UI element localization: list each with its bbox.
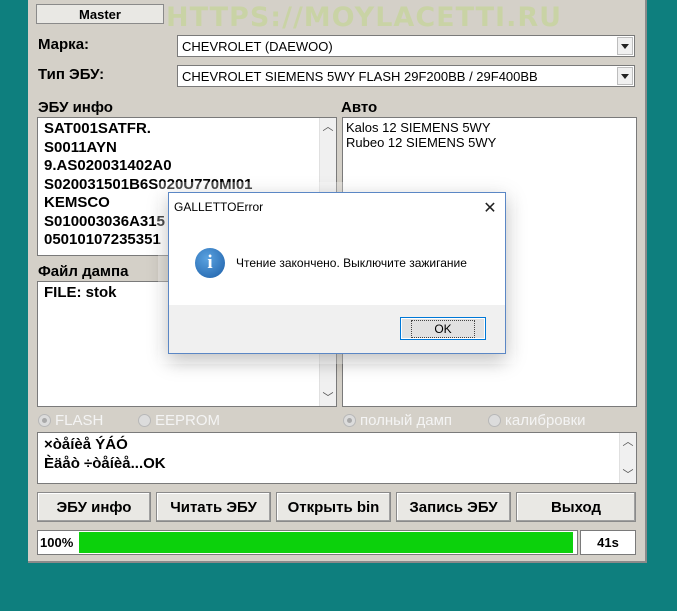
progress-bar: 100% (37, 530, 578, 555)
auto-list-item[interactable]: Kalos 12 SIEMENS 5WY (346, 120, 496, 135)
log-box[interactable]: ×òåíèå ÝÁÓ Èäåò ÷òåíèå...OK ︿ ﹀ (37, 432, 637, 484)
progress-percent: 100% (40, 535, 74, 550)
log-line: Èäåò ÷òåíèå...OK (44, 454, 166, 472)
ok-button-label: OK (411, 319, 475, 338)
dialog-body: i Чтение закончено. Выключите зажигание (169, 221, 505, 305)
dump-label: Файл дампа (38, 263, 129, 280)
dialog-titlebar[interactable]: GALLETTOError ✕ (169, 193, 505, 221)
scroll-up-button[interactable]: ︿ (320, 118, 336, 135)
radio-dot (343, 414, 356, 427)
ecu-info-line: 9.AS020031402A0 (44, 157, 172, 174)
radio-dot (138, 414, 151, 427)
ecu-type-label: Тип ЭБУ: (38, 66, 105, 83)
radio-eeprom-label: EEPROM (155, 412, 221, 429)
log-line: ×òåíèå ÝÁÓ (44, 436, 128, 453)
marka-value: CHEVROLET (DAEWOO) (182, 38, 333, 54)
ok-button[interactable]: OK (400, 317, 486, 340)
dialog-message: Чтение закончено. Выключите зажигание (236, 256, 467, 270)
radio-dot (488, 414, 501, 427)
chevron-down-icon: ﹀ (322, 391, 334, 404)
chevron-up-icon: ︿ (622, 435, 634, 448)
info-icon: i (195, 248, 225, 278)
auto-label: Авто (341, 99, 378, 116)
ecu-info-button[interactable]: ЭБУ инфо (37, 492, 151, 522)
master-button[interactable]: Master (36, 4, 164, 24)
ecu-info-label: ЭБУ инфо (38, 99, 113, 116)
dialog-title: GALLETTOError (174, 200, 264, 214)
radio-flash[interactable]: FLASH (38, 412, 103, 429)
chevron-down-icon: ﹀ (622, 468, 634, 481)
exit-button[interactable]: Выход (516, 492, 636, 522)
radio-flash-label: FLASH (55, 412, 104, 429)
radio-dot (38, 414, 51, 427)
write-ecu-button[interactable]: Запись ЭБУ (396, 492, 511, 522)
ecu-type-dropdown-arrow[interactable] (617, 67, 633, 85)
close-icon[interactable]: ✕ (475, 193, 505, 221)
read-ecu-button[interactable]: Читать ЭБУ (156, 492, 271, 522)
watermark: HTTPS://MOYLACETTI.RU (166, 2, 563, 33)
error-dialog: GALLETTOError ✕ i Чтение закончено. Выкл… (168, 192, 506, 354)
marka-select[interactable]: CHEVROLET (DAEWOO) (177, 35, 635, 57)
open-bin-button[interactable]: Открыть bin (276, 492, 391, 522)
dump-line: FILE: stok (44, 284, 117, 301)
radio-full-dump-label: полный дамп (360, 412, 453, 429)
marka-label: Марка: (38, 36, 90, 53)
auto-list-item[interactable]: Rubeo 12 SIEMENS 5WY (346, 135, 496, 150)
radio-calibrations-label: калибровки (505, 412, 586, 429)
scroll-up-button[interactable]: ︿ (620, 433, 636, 450)
scroll-down-button[interactable]: ﹀ (620, 466, 636, 483)
radio-eeprom[interactable]: EEPROM (138, 412, 220, 429)
scroll-down-button[interactable]: ﹀ (320, 389, 336, 406)
ecu-info-line: SAT001SATFR. (44, 120, 151, 137)
timer-display: 41s (580, 530, 636, 555)
chevron-down-icon (621, 43, 629, 49)
radio-full-dump[interactable]: полный дамп (343, 412, 452, 429)
ecu-type-value: CHEVROLET SIEMENS 5WY FLASH 29F200BB / 2… (182, 68, 538, 84)
log-scrollbar[interactable]: ︿ ﹀ (619, 433, 636, 483)
progress-fill (79, 532, 573, 553)
chevron-up-icon: ︿ (322, 120, 334, 133)
marka-dropdown-arrow[interactable] (617, 37, 633, 55)
ecu-info-line: S0011AYN (44, 138, 117, 156)
ecu-type-select[interactable]: CHEVROLET SIEMENS 5WY FLASH 29F200BB / 2… (177, 65, 635, 87)
chevron-down-icon (621, 73, 629, 79)
radio-calibrations[interactable]: калибровки (488, 412, 586, 429)
